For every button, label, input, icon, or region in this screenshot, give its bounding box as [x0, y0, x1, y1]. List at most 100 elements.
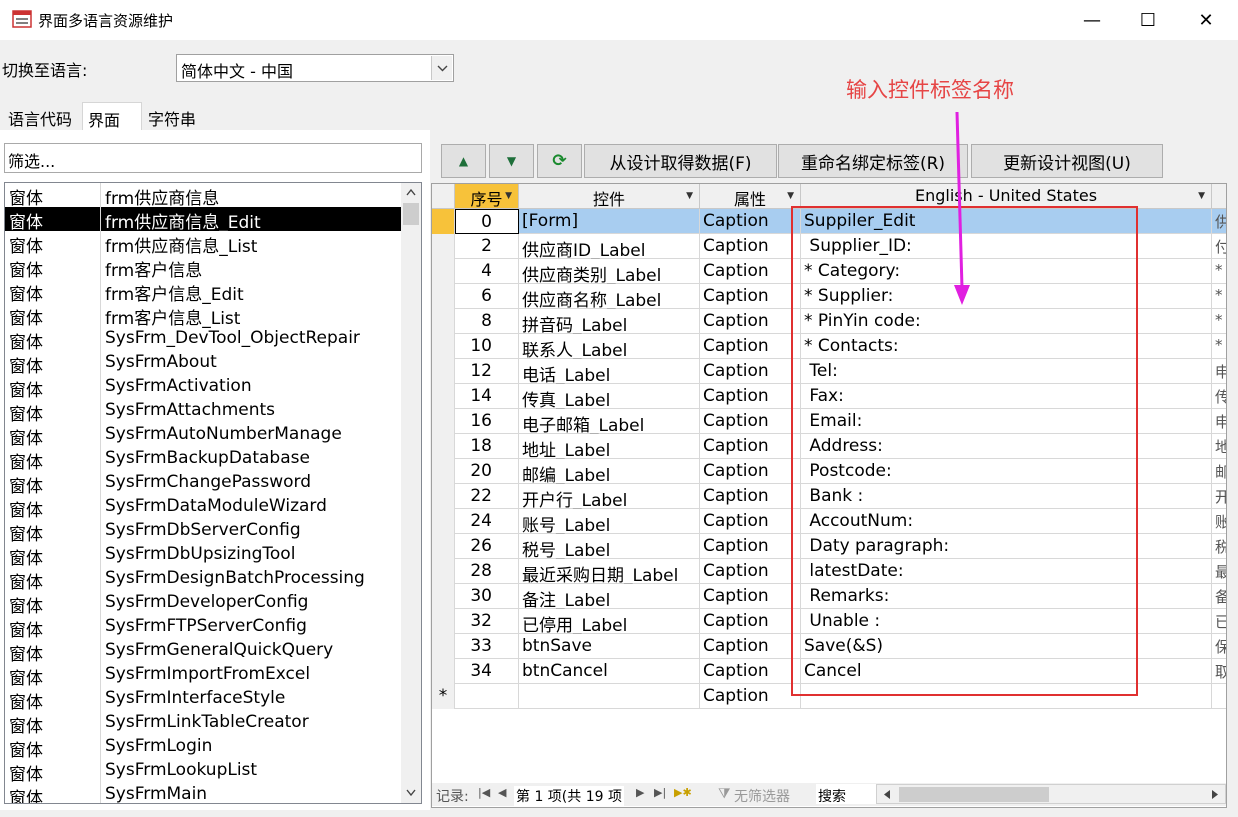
cell-seq[interactable]: 18 — [455, 434, 519, 459]
row-selector[interactable] — [432, 459, 455, 484]
update-design-view-button[interactable]: 更新设计视图(U) — [971, 144, 1163, 178]
last-record-icon[interactable]: ▶| — [654, 786, 666, 799]
list-item[interactable]: 窗体 SysFrmInterfaceStyle — [5, 687, 401, 713]
cell-seq[interactable]: 22 — [455, 484, 519, 509]
cell-attribute[interactable]: Caption — [700, 359, 801, 384]
cell-seq[interactable]: 32 — [455, 609, 519, 634]
row-selector[interactable] — [432, 259, 455, 284]
list-item[interactable]: 窗体 SysFrmDbUpsizingTool — [5, 543, 401, 569]
cell-attribute[interactable]: Caption — [700, 459, 801, 484]
grid-hscrollbar[interactable] — [876, 784, 1226, 804]
tab-strings[interactable]: 字符串 — [143, 102, 201, 130]
cell-attribute[interactable]: Caption — [700, 209, 801, 234]
list-item[interactable]: 窗体 SysFrmGeneralQuickQuery — [5, 639, 401, 665]
cell-control[interactable]: 邮编_Label — [519, 459, 700, 484]
filter-input[interactable]: 筛选... — [4, 143, 422, 173]
cell-control[interactable]: 备注_Label — [519, 584, 700, 609]
cell-control[interactable]: 电子邮箱_Label — [519, 409, 700, 434]
cell-seq[interactable]: 8 — [455, 309, 519, 334]
cell-attribute[interactable]: Caption — [700, 609, 801, 634]
scroll-left-icon[interactable] — [883, 789, 891, 800]
list-item[interactable]: 窗体 frm供应商信息 — [5, 183, 401, 209]
filter-status[interactable]: 无筛选器 — [734, 786, 790, 806]
cell-extra[interactable]: 税 — [1212, 534, 1226, 559]
cell-control[interactable]: [Form] — [519, 209, 700, 234]
cell-extra[interactable]: 付 — [1212, 234, 1226, 259]
cell-control[interactable]: 开户行_Label — [519, 484, 700, 509]
cell-attribute[interactable]: Caption — [700, 509, 801, 534]
cell-control[interactable]: 传真_Label — [519, 384, 700, 409]
cell-seq[interactable]: 34 — [455, 659, 519, 684]
list-item[interactable]: 窗体 SysFrmFTPServerConfig — [5, 615, 401, 641]
list-item[interactable]: 窗体 frm客户信息_Edit — [5, 279, 401, 305]
cell-control[interactable]: 地址_Label — [519, 434, 700, 459]
cell-control[interactable]: 联系人_Label — [519, 334, 700, 359]
row-selector[interactable] — [432, 334, 455, 359]
cell-seq[interactable]: 33 — [455, 634, 519, 659]
cell-seq[interactable]: 2 — [455, 234, 519, 259]
new-record-icon[interactable]: ▶✱ — [674, 786, 692, 799]
list-item[interactable]: 窗体 frm供应商信息_Edit — [5, 207, 401, 233]
cell-extra[interactable]: 申 — [1212, 409, 1226, 434]
cell-attribute[interactable]: Caption — [700, 534, 801, 559]
cell-attribute[interactable]: Caption — [700, 559, 801, 584]
list-item[interactable]: 窗体 frm客户信息_List — [5, 303, 401, 329]
cell-control[interactable]: 供应商名称_Label — [519, 284, 700, 309]
row-selector[interactable] — [432, 659, 455, 684]
cell-extra[interactable]: 申 — [1212, 359, 1226, 384]
row-selector[interactable] — [432, 309, 455, 334]
cell-extra[interactable]: 备 — [1212, 584, 1226, 609]
scroll-up-icon[interactable] — [406, 189, 416, 196]
row-selector[interactable] — [432, 634, 455, 659]
list-item[interactable]: 窗体 SysFrmDataModuleWizard — [5, 495, 401, 521]
cell-extra[interactable]: 供 — [1212, 209, 1226, 234]
row-selector[interactable] — [432, 509, 455, 534]
list-item[interactable]: 窗体 SysFrmAttachments — [5, 399, 401, 425]
cell-extra[interactable]: 地 — [1212, 434, 1226, 459]
grid-hscroll-thumb[interactable] — [899, 787, 1049, 802]
list-item[interactable]: 窗体 SysFrmActivation — [5, 375, 401, 401]
cell-control[interactable]: 电话_Label — [519, 359, 700, 384]
list-item[interactable]: 窗体 SysFrmMain — [5, 783, 401, 803]
filter-dropdown-icon[interactable]: ▼ — [1198, 191, 1205, 201]
list-item[interactable]: 窗体 SysFrmLogin — [5, 735, 401, 761]
list-item[interactable]: 窗体 frm供应商信息_List — [5, 231, 401, 257]
cell-seq[interactable]: 26 — [455, 534, 519, 559]
cell-extra[interactable]: * — [1212, 259, 1226, 284]
cell-attribute[interactable]: Caption — [700, 484, 801, 509]
cell-seq[interactable]: 28 — [455, 559, 519, 584]
header-attribute[interactable]: 属性 ▼ — [700, 184, 801, 209]
cell-extra[interactable]: * — [1212, 309, 1226, 334]
scroll-right-icon[interactable] — [1211, 789, 1219, 800]
cell-attribute[interactable]: Caption — [700, 434, 801, 459]
row-selector[interactable] — [432, 434, 455, 459]
cell-seq[interactable]: 0 — [455, 209, 519, 234]
list-item[interactable]: 窗体 SysFrmLinkTableCreator — [5, 711, 401, 737]
cell-extra[interactable]: 传 — [1212, 384, 1226, 409]
list-item[interactable]: 窗体 SysFrm_DevTool_ObjectRepair — [5, 327, 401, 353]
row-selector[interactable] — [432, 284, 455, 309]
cell-attribute[interactable]: Caption — [700, 309, 801, 334]
cell-seq[interactable]: 20 — [455, 459, 519, 484]
row-selector[interactable] — [432, 234, 455, 259]
cell-extra[interactable]: 已 — [1212, 609, 1226, 634]
fetch-from-design-button[interactable]: 从设计取得数据(F) — [584, 144, 777, 178]
cell-seq[interactable]: 30 — [455, 584, 519, 609]
list-item[interactable]: 窗体 SysFrmDbServerConfig — [5, 519, 401, 545]
cell-attribute[interactable]: Caption — [700, 634, 801, 659]
maximize-button[interactable]: ☐ — [1120, 0, 1176, 40]
cell-control[interactable]: 供应商类别_Label — [519, 259, 700, 284]
cell-attribute[interactable]: Caption — [700, 384, 801, 409]
cell-attribute[interactable]: Caption — [700, 334, 801, 359]
list-item[interactable]: 窗体 SysFrmAbout — [5, 351, 401, 377]
cell-extra[interactable]: 开 — [1212, 484, 1226, 509]
cell-control[interactable]: btnSave — [519, 634, 700, 659]
first-record-icon[interactable]: |◀ — [478, 786, 490, 799]
refresh-button[interactable]: ⟳ — [537, 144, 582, 178]
cell-seq[interactable]: 10 — [455, 334, 519, 359]
row-selector[interactable] — [432, 409, 455, 434]
cell-extra[interactable]: 账 — [1212, 509, 1226, 534]
cell-control[interactable]: 税号_Label — [519, 534, 700, 559]
cell-extra[interactable]: * — [1212, 334, 1226, 359]
list-item[interactable]: 窗体 SysFrmLookupList — [5, 759, 401, 785]
